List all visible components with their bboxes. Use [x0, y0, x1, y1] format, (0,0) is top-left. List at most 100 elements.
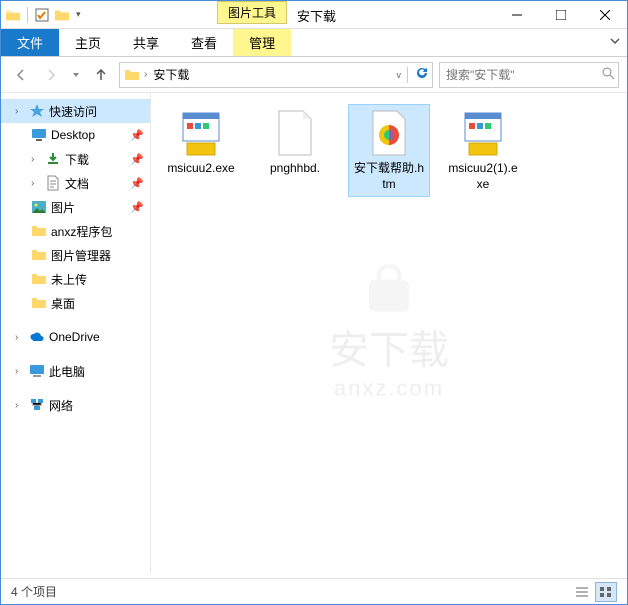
view-mode-buttons	[571, 582, 617, 602]
file-item[interactable]: 安下载帮助.htm	[349, 105, 429, 196]
icons-view-button[interactable]	[595, 582, 617, 602]
sidebar-item-label: 未上传	[51, 271, 87, 288]
breadcrumb-item[interactable]: 安下载	[151, 66, 191, 83]
nav-recent-dropdown[interactable]	[69, 63, 83, 87]
sidebar-item-desktop2[interactable]: 桌面	[1, 291, 150, 315]
pin-icon: 📌	[130, 177, 144, 190]
refresh-icon[interactable]	[414, 66, 428, 83]
pin-icon: 📌	[130, 153, 144, 166]
titlebar: ▾ 图片工具 安下载	[1, 1, 627, 29]
tab-home[interactable]: 主页	[59, 29, 117, 56]
chevron-right-icon: ›	[31, 178, 41, 189]
sidebar-item-pictures[interactable]: 图片 📌	[1, 195, 150, 219]
sidebar-item-label: 此电脑	[49, 363, 85, 380]
status-text: 4 个项目	[11, 583, 57, 600]
folder-icon	[5, 7, 21, 23]
file-label: msicuu2.exe	[167, 161, 234, 177]
checkbox-checked-icon[interactable]	[34, 7, 50, 23]
maximize-button[interactable]	[539, 1, 583, 29]
exe-icon	[459, 109, 507, 157]
sidebar-item-picmanager[interactable]: 图片管理器	[1, 243, 150, 267]
body: › 快速访问 Desktop 📌 › 下载 📌 › 文档 📌 图片 📌	[1, 93, 627, 573]
search-input[interactable]	[446, 68, 601, 82]
sidebar-network[interactable]: › 网络	[1, 393, 150, 417]
sidebar-item-label: 下载	[65, 151, 89, 168]
file-label: pnghhbd.	[270, 161, 320, 177]
folder-icon	[31, 247, 47, 263]
htm-icon	[365, 109, 413, 157]
chevron-right-icon: ›	[15, 366, 25, 377]
sidebar-item-label: 文档	[65, 175, 89, 192]
sidebar-item-anxz[interactable]: anxz程序包	[1, 219, 150, 243]
folder-icon[interactable]	[54, 7, 70, 23]
sidebar-this-pc[interactable]: › 此电脑	[1, 359, 150, 383]
sidebar-item-label: 图片管理器	[51, 247, 111, 264]
nav-up-button[interactable]	[89, 63, 113, 87]
sidebar-item-notuploaded[interactable]: 未上传	[1, 267, 150, 291]
folder-icon	[31, 271, 47, 287]
breadcrumb-separator-icon[interactable]: ›	[144, 69, 147, 80]
file-list: msicuu2.exe pnghhbd. 安下载帮助.htm msicuu2(1…	[161, 105, 617, 196]
file-pane[interactable]: msicuu2.exe pnghhbd. 安下载帮助.htm msicuu2(1…	[151, 93, 627, 573]
network-icon	[29, 397, 45, 413]
address-bar: › 安下载 v	[1, 57, 627, 93]
address-input[interactable]: › 安下载 v	[119, 62, 433, 88]
window-title: 安下载	[297, 6, 336, 25]
watermark-sub: anxz.com	[329, 376, 449, 402]
chevron-right-icon: ›	[31, 154, 41, 165]
sidebar-item-label: anxz程序包	[51, 223, 112, 240]
computer-icon	[29, 363, 45, 379]
document-icon	[45, 175, 61, 191]
search-icon[interactable]	[601, 66, 615, 83]
sidebar-item-desktop[interactable]: Desktop 📌	[1, 123, 150, 147]
file-item[interactable]: msicuu2.exe	[161, 105, 241, 196]
address-dropdown-icon[interactable]: v	[397, 70, 402, 80]
window-controls	[495, 1, 627, 29]
file-label: 安下载帮助.htm	[353, 161, 425, 192]
folder-icon	[31, 223, 47, 239]
details-view-button[interactable]	[571, 582, 593, 602]
sidebar-item-label: 网络	[49, 397, 73, 414]
folder-icon	[31, 295, 47, 311]
sidebar-item-label: 桌面	[51, 295, 75, 312]
nav-back-button[interactable]	[9, 63, 33, 87]
separator	[27, 7, 28, 23]
tab-file[interactable]: 文件	[1, 29, 59, 56]
nav-forward-button[interactable]	[39, 63, 63, 87]
blank-file-icon	[271, 109, 319, 157]
sidebar-item-label: OneDrive	[49, 330, 100, 344]
chevron-right-icon: ›	[15, 106, 25, 117]
watermark-text: 安下载	[329, 318, 449, 376]
file-item[interactable]: msicuu2(1).exe	[443, 105, 523, 196]
sidebar-item-label: 图片	[51, 199, 75, 216]
ribbon-expand-icon[interactable]	[609, 35, 621, 50]
sidebar-quick-access[interactable]: › 快速访问	[1, 99, 150, 123]
navigation-pane: › 快速访问 Desktop 📌 › 下载 📌 › 文档 📌 图片 📌	[1, 93, 151, 573]
minimize-button[interactable]	[495, 1, 539, 29]
exe-icon	[177, 109, 225, 157]
pin-icon: 📌	[130, 129, 144, 142]
sidebar-item-downloads[interactable]: › 下载 📌	[1, 147, 150, 171]
file-item[interactable]: pnghhbd.	[255, 105, 335, 196]
chevron-right-icon: ›	[15, 400, 25, 411]
desktop-icon	[31, 127, 47, 143]
pictures-icon	[31, 199, 47, 215]
close-button[interactable]	[583, 1, 627, 29]
contextual-tab-label: 图片工具	[217, 1, 287, 24]
cloud-icon	[29, 329, 45, 345]
separator	[407, 67, 408, 83]
qat-dropdown-icon[interactable]: ▾	[76, 9, 81, 20]
tab-view[interactable]: 查看	[175, 29, 233, 56]
tab-manage[interactable]: 管理	[233, 29, 291, 56]
sidebar-item-documents[interactable]: › 文档 📌	[1, 171, 150, 195]
chevron-right-icon: ›	[15, 332, 25, 343]
status-bar: 4 个项目	[1, 578, 627, 604]
watermark: 安下载 anxz.com	[329, 265, 449, 402]
search-box[interactable]	[439, 62, 619, 88]
star-icon	[29, 103, 45, 119]
pin-icon: 📌	[130, 201, 144, 214]
file-label: msicuu2(1).exe	[447, 161, 519, 192]
folder-icon	[124, 67, 140, 83]
tab-share[interactable]: 共享	[117, 29, 175, 56]
sidebar-onedrive[interactable]: › OneDrive	[1, 325, 150, 349]
